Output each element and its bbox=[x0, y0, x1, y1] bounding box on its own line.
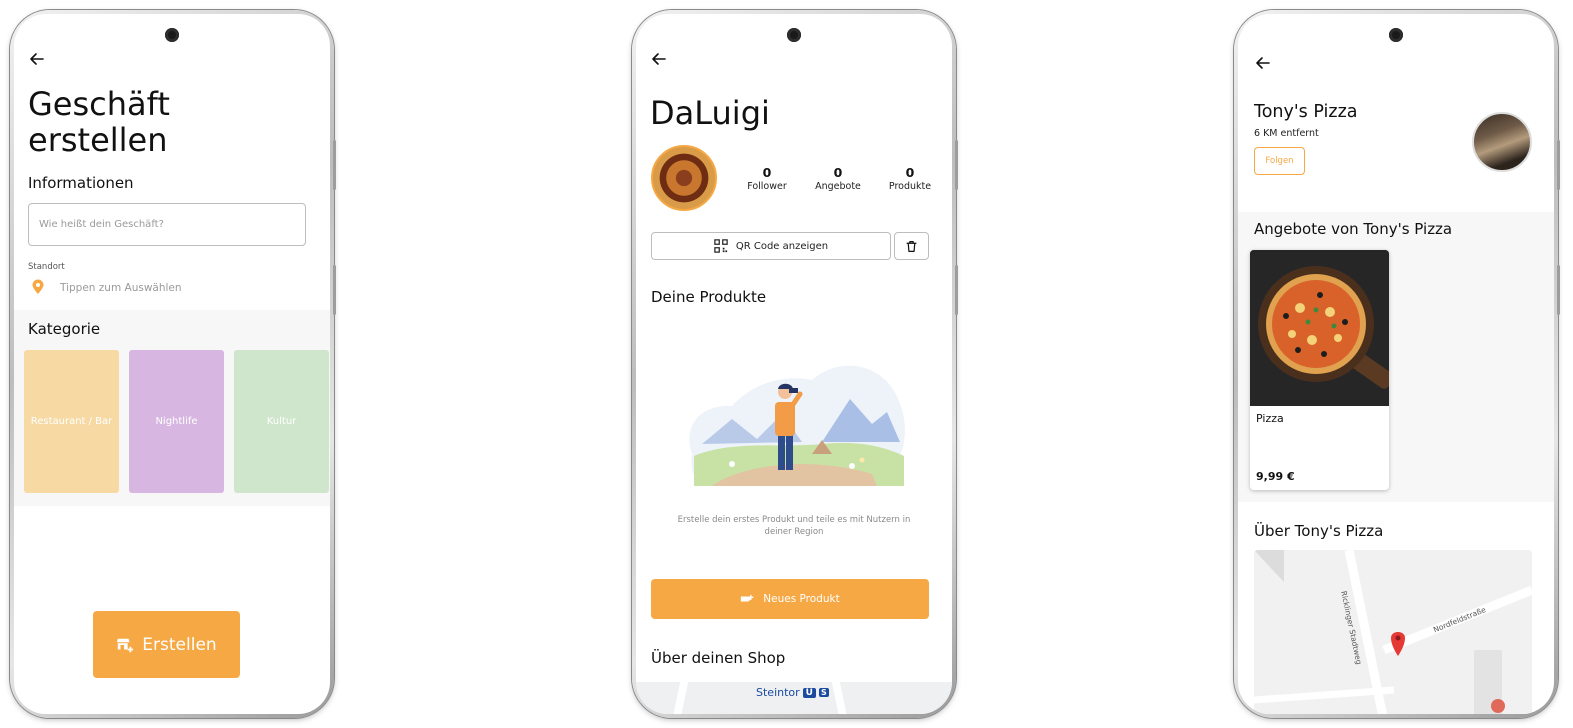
info-heading: Informationen bbox=[28, 174, 134, 192]
shop-location-map[interactable]: Ricklinger Stadtweg Nordfeldstraße bbox=[1254, 550, 1532, 714]
category-heading: Kategorie bbox=[28, 320, 101, 338]
offers-heading: Angebote von Tony's Pizza bbox=[1254, 220, 1453, 238]
about-shop-heading: Über Tony's Pizza bbox=[1254, 522, 1384, 540]
offer-card[interactable]: Pizza 9,99 € bbox=[1250, 250, 1389, 490]
shop-name: Tony's Pizza bbox=[1254, 102, 1358, 122]
s-bahn-badge: S bbox=[818, 688, 829, 697]
phone-shop-detail: Tony's Pizza 6 KM entfernt Folgen Angebo… bbox=[1234, 10, 1560, 718]
category-label: Kultur bbox=[266, 416, 297, 427]
map-station-label: Steintor U S bbox=[756, 686, 829, 699]
u-bahn-badge: U bbox=[802, 687, 816, 698]
location-pin-icon bbox=[32, 279, 44, 294]
phone-side-button bbox=[955, 265, 958, 315]
product-add-icon bbox=[741, 594, 754, 602]
shop-avatar[interactable] bbox=[651, 145, 717, 211]
stat-value: 0 bbox=[833, 165, 843, 180]
page-title: Geschäft erstellen bbox=[28, 85, 170, 159]
qr-code-icon bbox=[714, 239, 728, 253]
shop-distance: 6 KM entfernt bbox=[1254, 128, 1319, 139]
map-road bbox=[831, 682, 849, 714]
delete-button[interactable] bbox=[894, 232, 929, 260]
pizza-image bbox=[1250, 250, 1389, 406]
new-product-label: Neues Produkt bbox=[763, 593, 840, 605]
category-label: Nightlife bbox=[155, 416, 198, 427]
category-card-kultur[interactable]: Kultur bbox=[234, 350, 329, 493]
map-road bbox=[671, 682, 689, 714]
location-picker[interactable]: Tippen zum Auswählen bbox=[60, 282, 182, 294]
category-label: Restaurant / Bar bbox=[30, 416, 113, 427]
trash-icon bbox=[906, 240, 917, 252]
products-heading: Deine Produkte bbox=[651, 288, 767, 306]
phone-create-shop: Geschäft erstellen Informationen Wie hei… bbox=[10, 10, 336, 718]
phone-side-button bbox=[1557, 265, 1560, 315]
stat-followers[interactable]: 0 Follower bbox=[737, 165, 797, 192]
screen-shop-detail: Tony's Pizza 6 KM entfernt Folgen Angebo… bbox=[1238, 14, 1554, 714]
follow-button[interactable]: Folgen bbox=[1254, 147, 1305, 175]
category-card-restaurant[interactable]: Restaurant / Bar bbox=[24, 350, 119, 493]
phone-shop-profile: DaLuigi 0 Follower 0 Angebote 0 Produkte… bbox=[632, 10, 958, 718]
phone-side-button bbox=[333, 140, 336, 190]
empty-state-text: Erstelle dein erstes Produkt und teile e… bbox=[677, 515, 911, 537]
front-camera bbox=[1389, 28, 1403, 42]
shop-location-map[interactable]: Steintor U S bbox=[636, 682, 952, 714]
front-camera bbox=[787, 28, 801, 42]
stat-products[interactable]: 0 Produkte bbox=[880, 165, 940, 192]
stat-value: 0 bbox=[905, 165, 915, 180]
create-button[interactable]: Erstellen bbox=[93, 611, 240, 678]
shop-avatar[interactable] bbox=[1472, 112, 1532, 172]
store-add-icon bbox=[117, 638, 134, 652]
empty-state-illustration bbox=[689, 365, 905, 486]
offer-image bbox=[1250, 250, 1389, 406]
qr-button-label: QR Code anzeigen bbox=[735, 240, 829, 252]
stat-label: Produkte bbox=[888, 181, 932, 192]
phone-side-button bbox=[333, 265, 336, 315]
screen-shop-profile: DaLuigi 0 Follower 0 Angebote 0 Produkte… bbox=[636, 14, 952, 714]
phone-side-button bbox=[1557, 140, 1560, 190]
stat-label: Follower bbox=[747, 181, 787, 192]
phone-side-button bbox=[955, 140, 958, 190]
stat-value: 0 bbox=[762, 165, 772, 180]
offer-price: 9,99 € bbox=[1256, 470, 1295, 483]
stat-label: Angebote bbox=[815, 181, 861, 192]
back-arrow-icon[interactable] bbox=[650, 50, 668, 68]
offer-name: Pizza bbox=[1256, 412, 1284, 425]
qr-code-button[interactable]: QR Code anzeigen bbox=[651, 232, 891, 260]
shop-name: DaLuigi bbox=[650, 94, 770, 132]
front-camera bbox=[165, 28, 179, 42]
about-shop-heading: Über deinen Shop bbox=[651, 649, 786, 667]
location-label: Standort bbox=[28, 262, 65, 272]
stat-offers[interactable]: 0 Angebote bbox=[808, 165, 868, 192]
category-card-nightlife[interactable]: Nightlife bbox=[129, 350, 224, 493]
station-name: Steintor bbox=[756, 686, 800, 699]
back-arrow-icon[interactable] bbox=[28, 50, 46, 68]
map-graphic bbox=[1254, 550, 1532, 714]
create-button-label: Erstellen bbox=[142, 634, 217, 655]
back-arrow-icon[interactable] bbox=[1254, 54, 1272, 72]
new-product-button[interactable]: Neues Produkt bbox=[651, 579, 929, 619]
screen-create-shop: Geschäft erstellen Informationen Wie hei… bbox=[14, 14, 330, 714]
shop-name-input[interactable]: Wie heißt dein Geschäft? bbox=[28, 203, 306, 246]
